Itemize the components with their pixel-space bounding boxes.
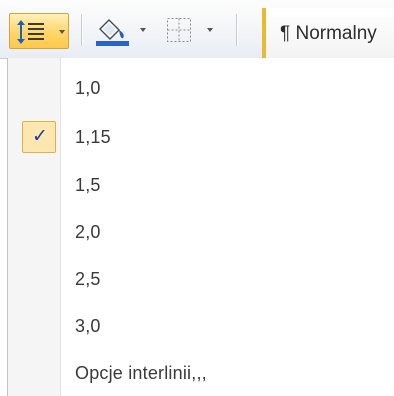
- menu-item-spacing-2-0[interactable]: 2,0: [8, 209, 394, 255]
- chevron-down-icon: [140, 28, 146, 32]
- menu-item-label: 3,0: [75, 316, 101, 336]
- menu-item-label: Opcje interlinii,,,: [75, 363, 207, 383]
- line-spacing-button[interactable]: [9, 13, 69, 49]
- ribbon-toolbar: ¶ Normalny: [0, 0, 394, 59]
- menu-item-label: 1,0: [75, 78, 101, 98]
- menu-item-spacing-1-0[interactable]: 1,0: [8, 65, 394, 111]
- menu-item-line-spacing-options[interactable]: Opcje interlinii,,,: [8, 350, 394, 396]
- menu-item-label: 2,5: [75, 269, 101, 289]
- menu-item-spacing-3-0[interactable]: 3,0: [8, 303, 394, 349]
- menu-item-label: 2,0: [75, 222, 101, 242]
- style-gallery[interactable]: ¶ Normalny: [262, 8, 394, 58]
- menu-item-label: 1,15: [75, 127, 111, 147]
- paint-bucket-icon: [96, 19, 129, 46]
- menu-item-label: 1,5: [75, 175, 101, 195]
- chevron-down-icon: [59, 30, 65, 34]
- borders-icon: [167, 18, 191, 42]
- shading-button[interactable]: [94, 14, 156, 48]
- checked-indicator: ✓: [22, 121, 56, 153]
- checkmark-icon: ✓: [32, 126, 48, 147]
- menu-item-spacing-1-15[interactable]: ✓ 1,15: [8, 114, 394, 160]
- toolbar-separator: [81, 14, 82, 46]
- style-normal-label: ¶ Normalny: [280, 23, 377, 44]
- chevron-down-icon: [207, 28, 213, 32]
- menu-item-spacing-1-5[interactable]: 1,5: [8, 162, 394, 208]
- borders-button[interactable]: [165, 14, 221, 48]
- toolbar-separator: [236, 14, 237, 46]
- menu-item-spacing-2-5[interactable]: 2,5: [8, 256, 394, 302]
- line-spacing-menu: 1,0 ✓ 1,15 1,5 2,0 2,5 3,0 Opcje interli…: [7, 58, 394, 396]
- line-spacing-icon: [17, 20, 44, 44]
